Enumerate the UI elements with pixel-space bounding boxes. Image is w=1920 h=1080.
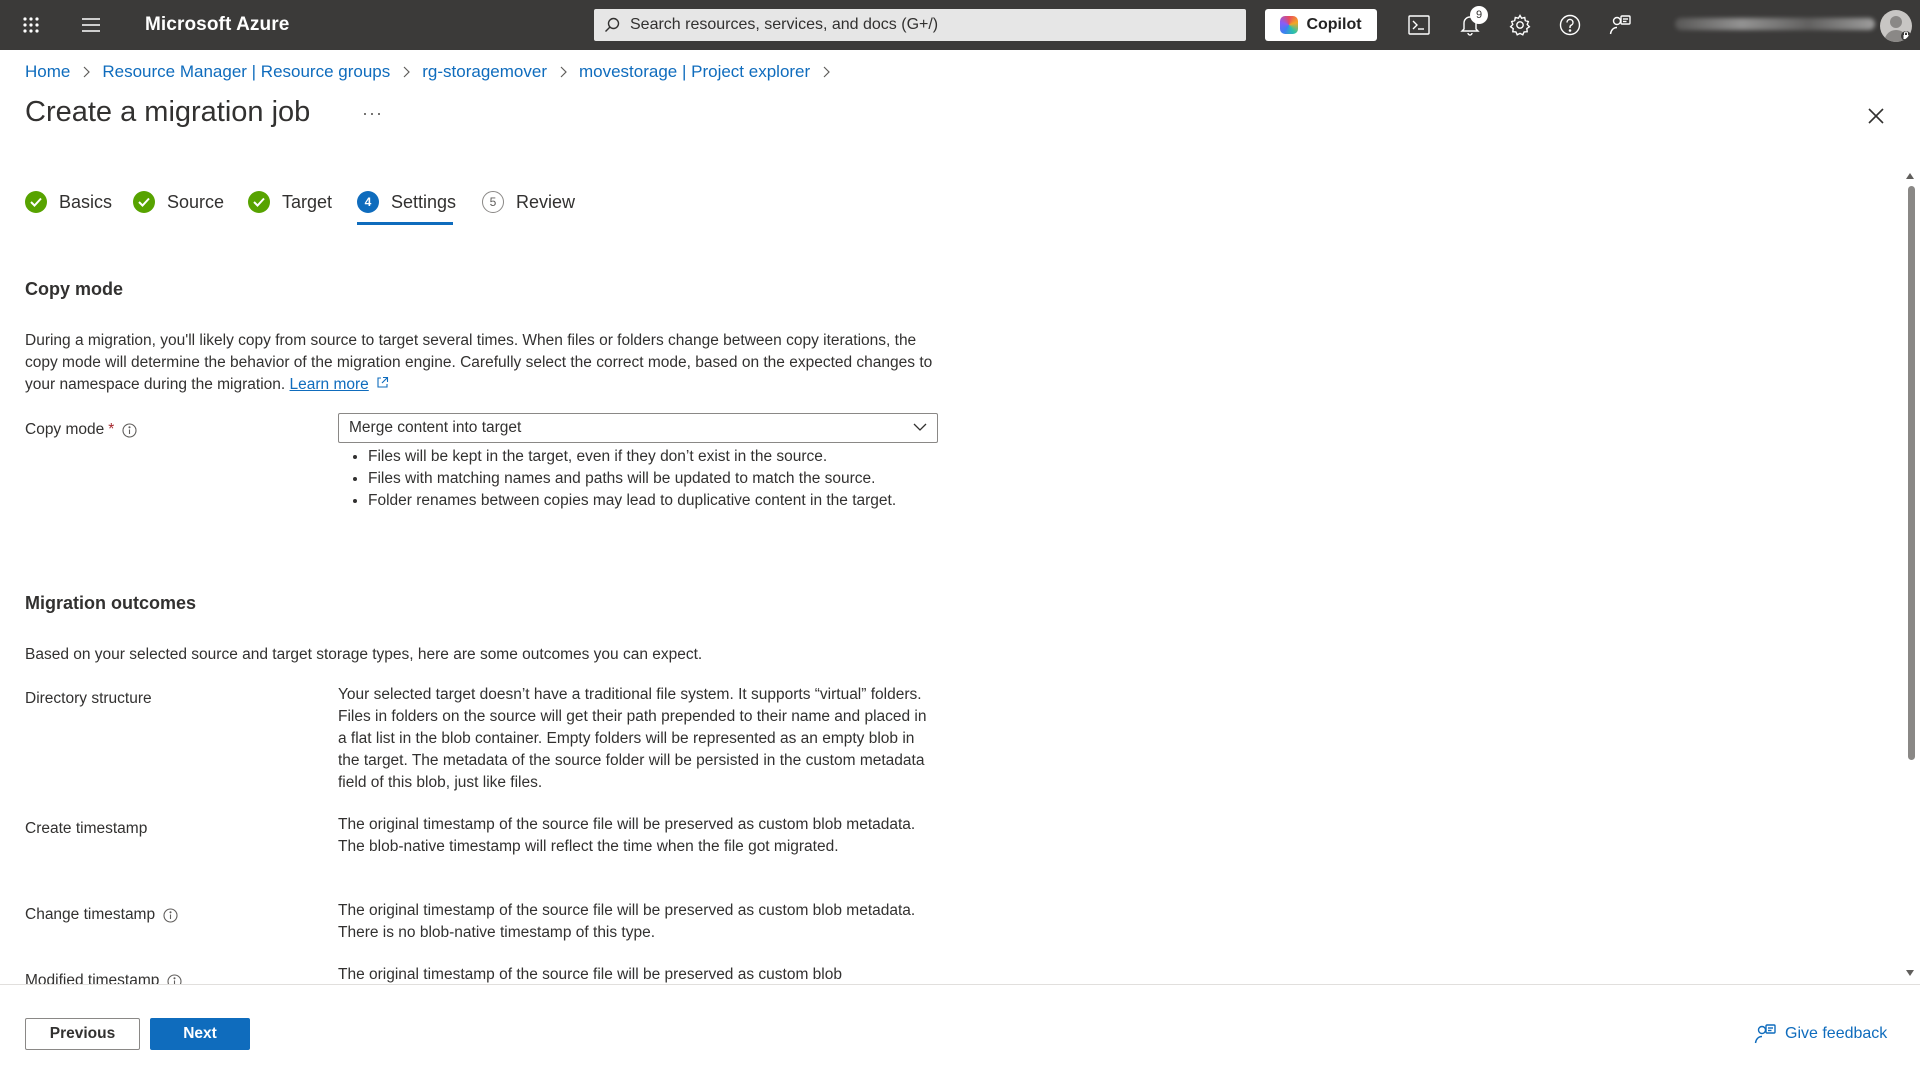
- outcome-label-text: Create timestamp: [25, 820, 148, 837]
- feedback-icon: [1754, 1024, 1776, 1044]
- copy-mode-dropdown[interactable]: Merge content into target: [338, 413, 938, 443]
- migration-outcomes-intro: Based on your selected source and target…: [25, 646, 703, 663]
- footer-bar: Previous Next Give feedback: [0, 984, 1920, 1080]
- tab-source[interactable]: Source: [133, 188, 224, 216]
- copy-mode-label: Copy mode *: [25, 421, 137, 439]
- feedback-icon[interactable]: [1607, 12, 1633, 38]
- page-title: Create a migration job: [25, 96, 311, 128]
- outcome-text-change-timestamp: The original timestamp of the source fil…: [338, 902, 916, 941]
- give-feedback-link[interactable]: Give feedback: [1754, 1023, 1887, 1045]
- help-icon[interactable]: [1557, 12, 1583, 38]
- outcome-label-text: Directory structure: [25, 690, 152, 707]
- next-button[interactable]: Next: [150, 1018, 250, 1050]
- cloud-shell-icon[interactable]: [1406, 12, 1432, 38]
- list-item: Files with matching names and paths will…: [368, 468, 958, 490]
- copy-mode-heading: Copy mode: [25, 279, 124, 299]
- list-item: Folder renames between copies may lead t…: [368, 490, 958, 512]
- required-marker: *: [108, 421, 115, 438]
- copilot-icon: [1280, 16, 1299, 34]
- copilot-button[interactable]: Copilot: [1265, 9, 1377, 41]
- give-feedback-label: Give feedback: [1785, 1025, 1888, 1042]
- chevron-right-icon: [822, 66, 831, 78]
- global-search[interactable]: [594, 9, 1246, 41]
- outcome-label-directory-structure: Directory structure: [25, 690, 152, 708]
- brand-title[interactable]: Microsoft Azure: [145, 14, 289, 36]
- tab-label: Source: [167, 191, 225, 212]
- chevron-down-icon: [913, 423, 927, 431]
- scroll-up-arrow-icon[interactable]: [1905, 171, 1915, 181]
- scroll-down-arrow-icon[interactable]: [1905, 968, 1915, 978]
- scrollbar-thumb[interactable]: [1908, 186, 1915, 760]
- more-options-button[interactable]: ···: [362, 103, 383, 124]
- outcome-text-modified-timestamp: The original timestamp of the source fil…: [338, 966, 842, 983]
- breadcrumb: Home Resource Manager | Resource groups …: [25, 62, 842, 82]
- outcome-label-change-timestamp: Change timestamp: [25, 906, 178, 924]
- tab-label: Settings: [391, 191, 457, 212]
- tab-target[interactable]: Target: [248, 188, 332, 216]
- app-launcher-icon[interactable]: [20, 14, 42, 36]
- chevron-right-icon: [402, 66, 411, 78]
- check-icon: [133, 191, 155, 213]
- tab-basics[interactable]: Basics: [25, 188, 112, 216]
- chevron-right-icon: [559, 66, 567, 78]
- list-item: Files will be kept in the target, even i…: [368, 446, 958, 468]
- breadcrumb-project-explorer[interactable]: movestorage | Project explorer: [579, 62, 810, 82]
- tab-review[interactable]: 5 Review: [482, 188, 575, 216]
- copy-mode-description: During a migration, you'll likely copy f…: [25, 330, 945, 396]
- copilot-label: Copilot: [1306, 16, 1362, 33]
- breadcrumb-home[interactable]: Home: [25, 62, 70, 82]
- info-icon[interactable]: [122, 422, 137, 438]
- migration-outcomes-heading: Migration outcomes: [25, 593, 197, 613]
- copy-mode-bullets: Files will be kept in the target, even i…: [338, 446, 958, 512]
- copy-mode-selected-value: Merge content into target: [349, 419, 522, 436]
- tab-settings[interactable]: 4 Settings: [357, 188, 456, 216]
- check-icon: [248, 191, 270, 213]
- step-number-badge: 4: [357, 191, 379, 213]
- account-name-redacted[interactable]: [1675, 18, 1875, 30]
- outcome-label-text: Change timestamp: [25, 906, 156, 923]
- breadcrumb-resource-groups[interactable]: Resource Manager | Resource groups: [102, 62, 390, 82]
- notification-count-badge: 9: [1470, 6, 1488, 24]
- breadcrumb-resource-group[interactable]: rg-storagemover: [422, 62, 547, 82]
- copy-mode-label-text: Copy mode: [25, 421, 105, 438]
- chevron-right-icon: [82, 66, 91, 78]
- outcome-text-create-timestamp: The original timestamp of the source fil…: [338, 816, 916, 855]
- copy-mode-description-text: During a migration, you'll likely copy f…: [25, 332, 933, 393]
- previous-button[interactable]: Previous: [25, 1018, 140, 1050]
- menu-icon[interactable]: [80, 14, 102, 36]
- external-link-icon: [377, 376, 389, 388]
- tab-label: Basics: [59, 191, 113, 212]
- check-icon: [25, 191, 47, 213]
- tab-label: Review: [516, 191, 576, 212]
- avatar[interactable]: [1880, 10, 1912, 42]
- active-tab-indicator: [357, 222, 453, 225]
- outcome-text-directory-structure: Your selected target doesn’t have a trad…: [338, 686, 927, 791]
- step-number-badge: 5: [482, 191, 504, 213]
- learn-more-label: Learn more: [289, 376, 369, 393]
- search-input[interactable]: [630, 16, 1230, 34]
- tab-label: Target: [282, 191, 333, 212]
- info-icon[interactable]: [163, 907, 178, 923]
- settings-content: Copy mode During a migration, you'll lik…: [0, 250, 1900, 985]
- learn-more-link[interactable]: Learn more: [290, 376, 369, 393]
- close-icon[interactable]: [1864, 104, 1888, 128]
- settings-gear-icon[interactable]: [1507, 12, 1533, 38]
- outcome-label-create-timestamp: Create timestamp: [25, 820, 147, 838]
- search-icon: [605, 17, 620, 32]
- top-bar: Microsoft Azure Copilot 9: [0, 0, 1920, 50]
